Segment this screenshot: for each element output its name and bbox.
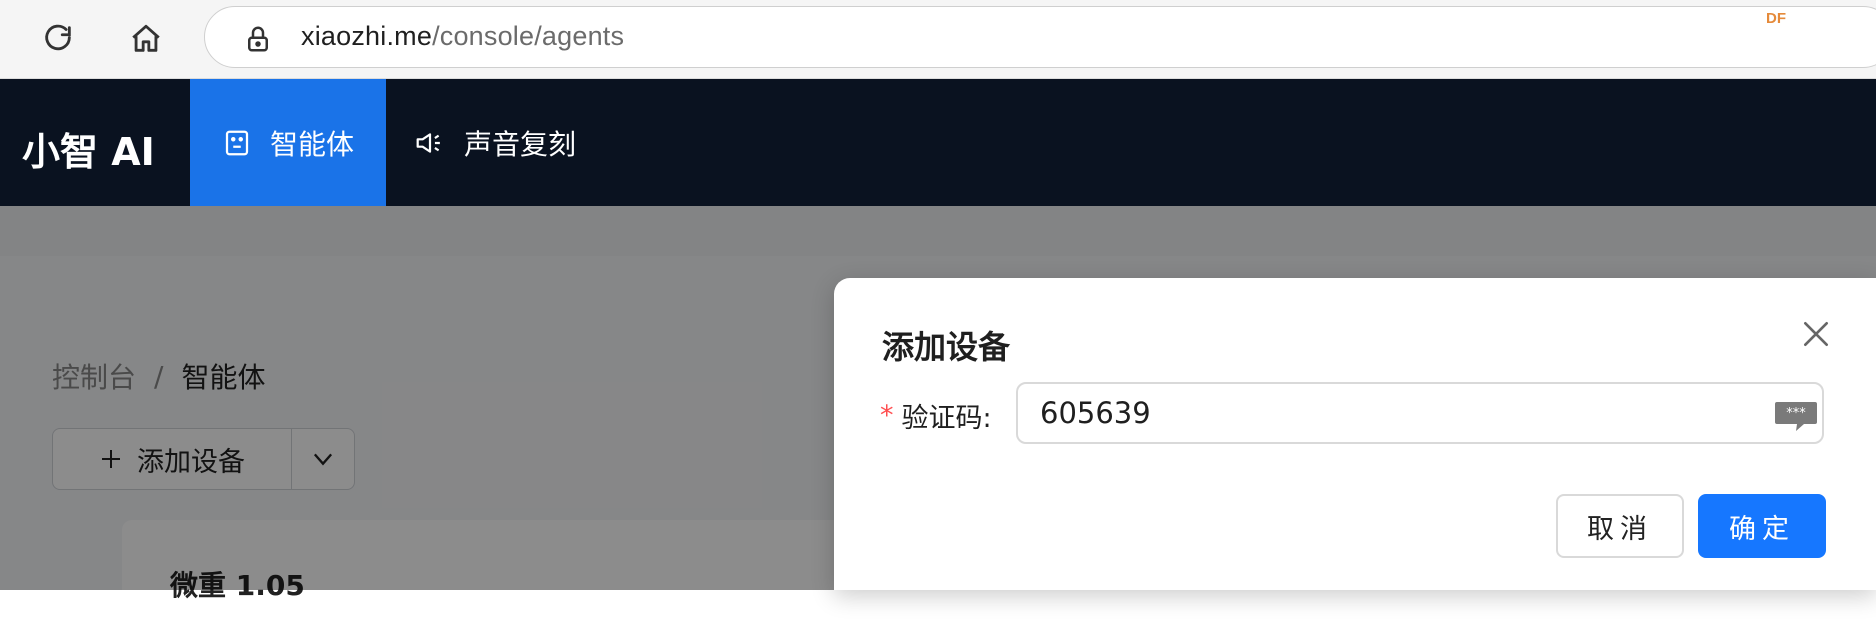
lock-icon [248,26,268,52]
reload-icon [45,24,71,51]
nav-tab-agents[interactable]: 智能体 [190,79,386,206]
verification-code-label: * 验证码: [880,396,992,435]
modal-title: 添加设备 [882,328,1011,366]
nav-tab-voice-clone[interactable]: 声音复刻 [414,79,576,206]
verification-code-label-text: 验证码: [901,403,992,434]
url-text: xiaozhi.me/console/agents [301,21,625,51]
required-mark: * [880,400,894,431]
browser-toolbar: xiaozhi.me/console/agents DF [0,0,1876,79]
cancel-button[interactable]: 取消 [1556,494,1684,558]
password-autofill-icon[interactable]: *** [1774,400,1818,432]
add-device-modal: 添加设备 * 验证码: *** 取消 确定 [834,278,1876,590]
address-bar[interactable]: xiaozhi.me/console/agents [204,6,1876,68]
svg-text:***: *** [1786,406,1806,421]
agent-icon [225,130,249,155]
nav-tab-voice-label: 声音复刻 [464,127,577,161]
app-header: 小智 AI 智能体 声音复刻 [0,79,1876,206]
reload-button[interactable] [36,17,80,61]
app-logo: 小智 AI [22,130,155,174]
close-icon[interactable] [1800,318,1832,350]
speaker-icon [416,132,440,153]
extension-badge[interactable]: DF [1766,10,1786,27]
home-button[interactable] [124,17,168,61]
verification-code-input[interactable] [1016,382,1824,444]
home-icon [132,24,160,52]
confirm-button[interactable]: 确定 [1698,494,1826,558]
nav-tab-agents-label: 智能体 [269,127,354,161]
